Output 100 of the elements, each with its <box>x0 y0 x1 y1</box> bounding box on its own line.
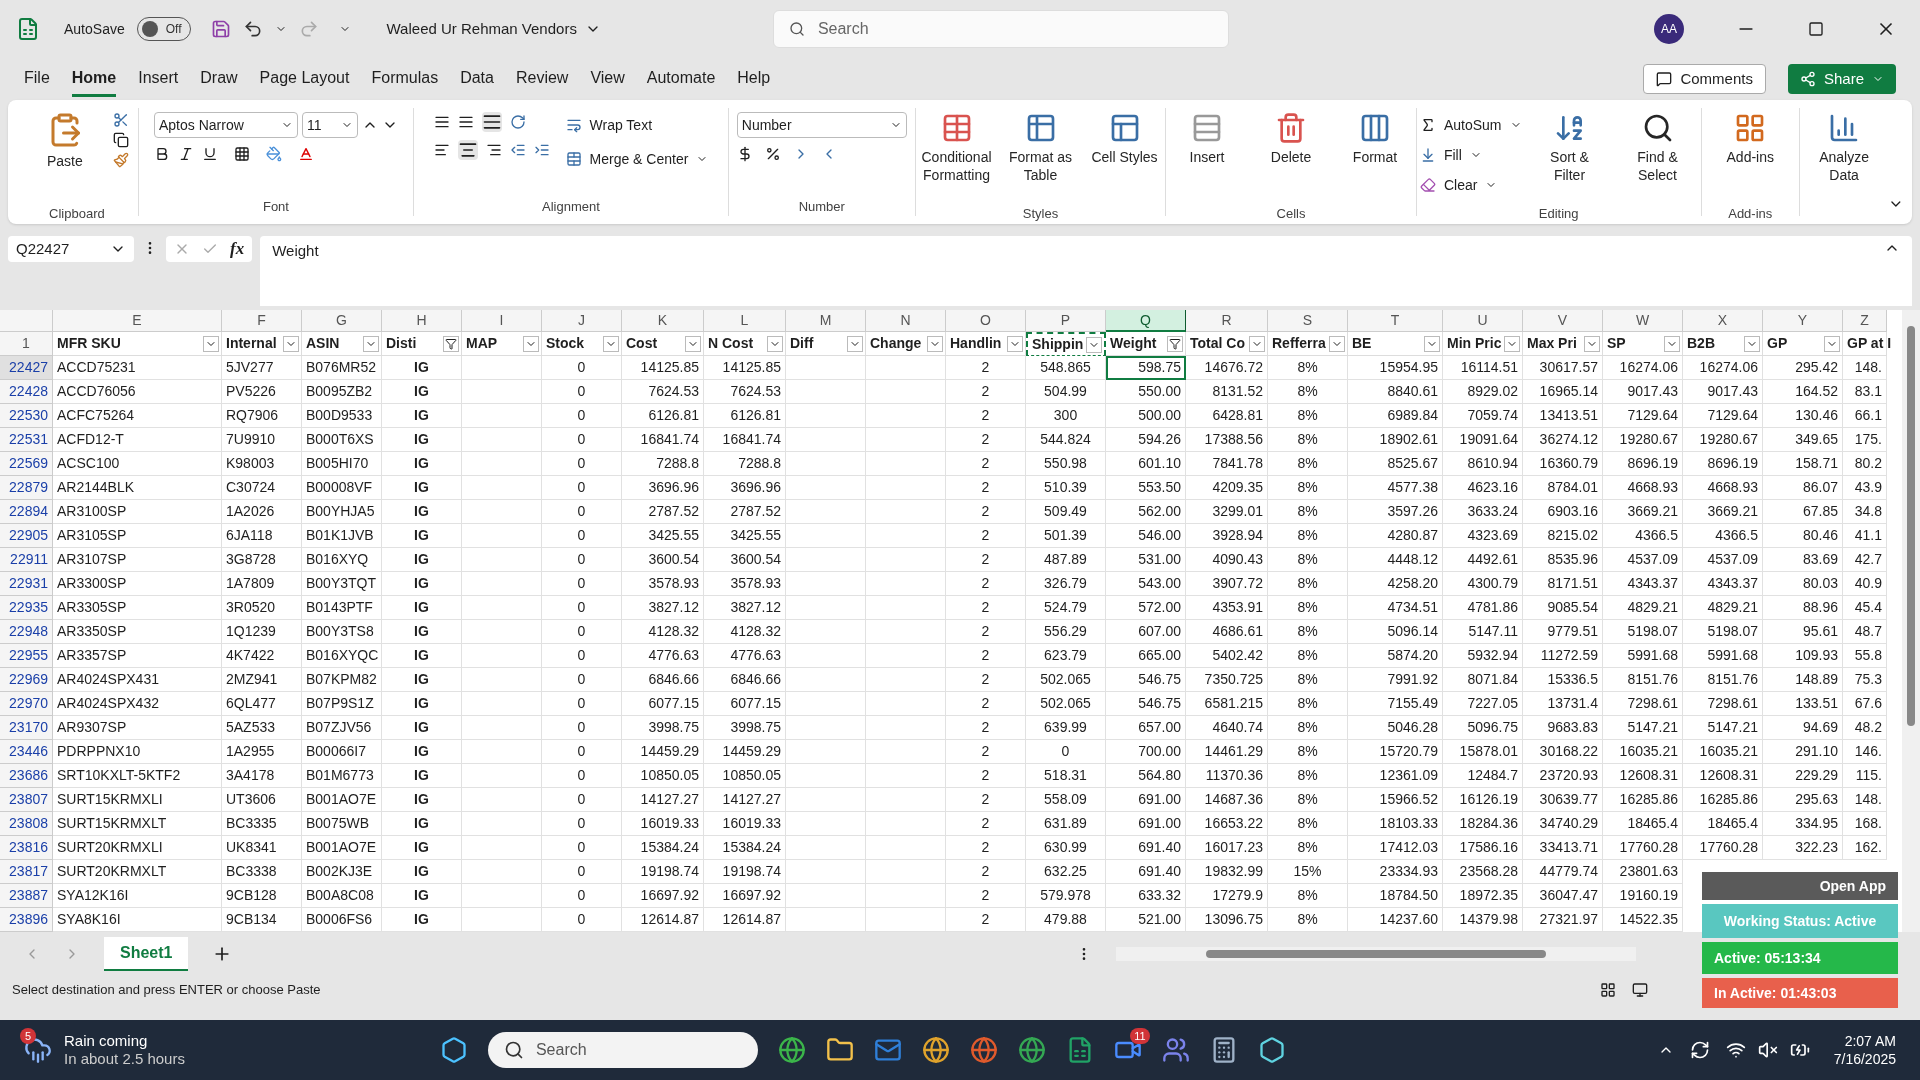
row-number[interactable]: 23896 <box>0 908 53 932</box>
horizontal-scrollbar[interactable] <box>1116 947 1636 961</box>
undo-icon[interactable] <box>242 19 263 39</box>
user-avatar[interactable]: AA <box>1654 14 1684 44</box>
cells-button[interactable]: Insert <box>1167 108 1247 204</box>
styles-button[interactable]: Cell Styles <box>1084 108 1165 204</box>
row-number[interactable]: 22905 <box>0 524 53 548</box>
fill-color-icon[interactable] <box>265 146 282 162</box>
save-icon[interactable] <box>210 19 231 39</box>
wrap-text-button[interactable]: Wrap Text <box>565 112 709 138</box>
row-number[interactable]: 22955 <box>0 644 53 668</box>
editing-button[interactable]: Fill <box>1419 142 1522 168</box>
column-letter[interactable]: S <box>1268 310 1348 332</box>
row-number[interactable]: 23817 <box>0 860 53 884</box>
row-number[interactable]: 23807 <box>0 788 53 812</box>
font-color-icon[interactable] <box>297 146 314 162</box>
column-letter[interactable]: R <box>1186 310 1268 332</box>
editing-button[interactable]: AutoSum <box>1419 112 1522 138</box>
row-number[interactable]: 1 <box>0 332 53 356</box>
column-letter[interactable]: Y <box>1763 310 1843 332</box>
row-number[interactable]: 22948 <box>0 620 53 644</box>
row-number[interactable]: 23170 <box>0 716 53 740</box>
ribbon-tab[interactable]: File <box>24 61 50 97</box>
column-letter[interactable]: O <box>946 310 1026 332</box>
cells-button[interactable]: Delete <box>1251 108 1331 204</box>
column-letter[interactable]: N <box>866 310 946 332</box>
editing-button[interactable]: Find & Select <box>1617 108 1698 204</box>
row-number[interactable]: 23808 <box>0 812 53 836</box>
ribbon-tab[interactable]: Help <box>737 61 771 97</box>
styles-button[interactable]: Format as Table <box>1000 108 1081 204</box>
insert-function-button[interactable]: fx <box>230 236 245 262</box>
column-letter[interactable]: X <box>1683 310 1763 332</box>
decrease-indent-icon[interactable] <box>509 142 526 158</box>
ribbon-tab[interactable]: Formulas <box>371 61 439 97</box>
taskbar-search-field[interactable]: Search <box>487 1032 758 1068</box>
row-number[interactable]: 23686 <box>0 764 53 788</box>
row-number[interactable]: 22935 <box>0 596 53 620</box>
ribbon-tab[interactable]: Page Layout <box>259 61 350 97</box>
column-letter[interactable]: M <box>786 310 866 332</box>
analyze-data-button[interactable]: Analyze Data <box>1804 108 1885 204</box>
maximize-icon[interactable] <box>1808 21 1824 37</box>
copy-icon[interactable] <box>112 132 129 148</box>
percent-icon[interactable] <box>764 146 781 162</box>
column-letter[interactable]: W <box>1603 310 1683 332</box>
add-ins-button[interactable]: Add-ins <box>1710 108 1791 204</box>
folder-icon[interactable] <box>825 1036 854 1064</box>
row-number[interactable]: 23446 <box>0 740 53 764</box>
vertical-scrollbar[interactable] <box>1902 310 1920 932</box>
column-letter[interactable]: I <box>462 310 542 332</box>
filter-dropdown[interactable] <box>443 335 459 352</box>
merge-center-button[interactable]: Merge & Center <box>565 146 709 172</box>
excel-logo-icon[interactable] <box>16 17 40 41</box>
row-number[interactable]: 22569 <box>0 452 53 476</box>
column-letter[interactable]: K <box>622 310 704 332</box>
column-letter[interactable]: E <box>53 310 222 332</box>
row-number[interactable]: 22428 <box>0 380 53 404</box>
row-number[interactable]: 22427 <box>0 356 53 380</box>
browser-icon[interactable] <box>1017 1036 1046 1064</box>
search-field[interactable]: Search <box>772 10 1229 48</box>
ribbon-tab[interactable]: Data <box>460 61 494 97</box>
comments-button[interactable]: Comments <box>1643 64 1766 94</box>
orientation-icon[interactable] <box>509 114 526 130</box>
row-number[interactable]: 23816 <box>0 836 53 860</box>
underline-icon[interactable] <box>201 146 218 162</box>
page-layout-icon[interactable] <box>1632 982 1648 998</box>
row-number[interactable]: 22970 <box>0 692 53 716</box>
normal-view-icon[interactable] <box>1600 982 1616 998</box>
increase-indent-icon[interactable] <box>533 142 550 158</box>
column-letter[interactable]: J <box>542 310 622 332</box>
editing-button[interactable]: Clear <box>1419 172 1522 198</box>
align-center-icon[interactable] <box>457 140 478 160</box>
paste-button[interactable]: Paste <box>24 108 105 204</box>
row-number[interactable]: 22894 <box>0 500 53 524</box>
network-icon[interactable] <box>1725 1040 1746 1060</box>
column-letter[interactable]: H <box>382 310 462 332</box>
browser-icon[interactable] <box>921 1036 950 1064</box>
bottom-align-icon[interactable] <box>481 112 502 132</box>
font-size-dropdown[interactable]: 11 <box>301 112 358 138</box>
row-number[interactable]: 22931 <box>0 572 53 596</box>
column-letter[interactable]: Z <box>1843 310 1887 332</box>
middle-align-icon[interactable] <box>457 114 474 130</box>
clock-time[interactable]: 2:07 AM <box>1844 1032 1896 1050</box>
column-letter[interactable]: U <box>1443 310 1523 332</box>
cut-icon[interactable] <box>112 112 129 128</box>
ribbon-tab[interactable]: Insert <box>138 61 179 97</box>
volume-icon[interactable] <box>1757 1040 1778 1060</box>
share-button[interactable]: Share <box>1787 64 1896 94</box>
clock-date[interactable]: 7/16/2025 <box>1833 1050 1896 1068</box>
editing-button[interactable]: Sort & Filter <box>1529 108 1610 204</box>
column-letter[interactable]: T <box>1348 310 1443 332</box>
row-number[interactable]: 23887 <box>0 884 53 908</box>
borders-icon[interactable] <box>233 146 250 162</box>
app-icon[interactable] <box>1257 1036 1286 1064</box>
column-letter[interactable]: L <box>704 310 786 332</box>
number-format-dropdown[interactable]: Number <box>736 112 907 138</box>
align-right-icon[interactable] <box>485 142 502 158</box>
browser-icon[interactable] <box>969 1036 998 1064</box>
open-app-button[interactable]: Open App <box>1702 872 1898 900</box>
document-title[interactable]: Waleed Ur Rehman Vendors <box>386 17 601 41</box>
start-icon[interactable] <box>439 1036 468 1064</box>
